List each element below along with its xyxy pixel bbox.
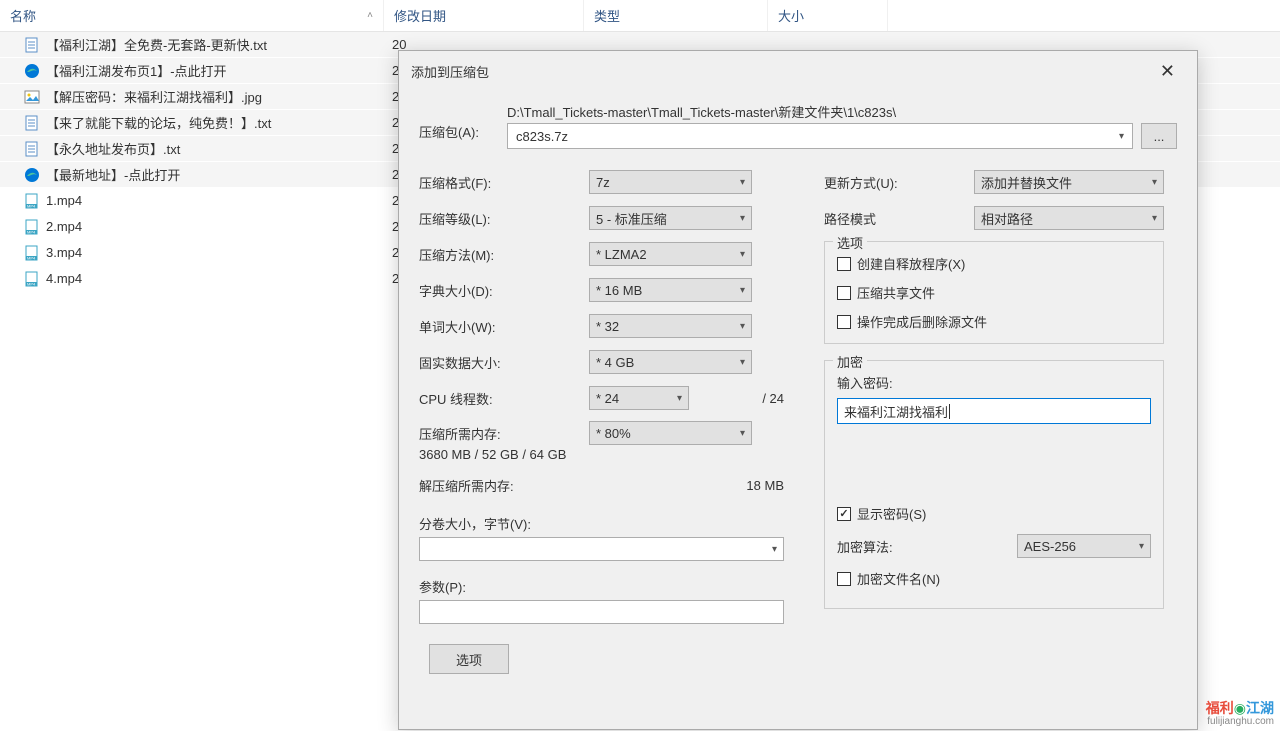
enc-names-checkbox[interactable] <box>837 572 851 586</box>
mp4-icon: MP4 <box>24 245 40 261</box>
cpu-total: / 24 <box>762 391 784 406</box>
update-label: 更新方式(U): <box>824 173 974 192</box>
txt-icon <box>24 115 40 131</box>
options-group: 选项 创建自释放程序(X) 压缩共享文件 操作完成后删除源文件 <box>824 241 1164 344</box>
mp4-icon: MP4 <box>24 219 40 235</box>
file-name: 2.mp4 <box>46 219 82 234</box>
params-label: 参数(P): <box>419 577 784 596</box>
params-input[interactable] <box>419 600 784 624</box>
svg-text:MP4: MP4 <box>27 229 36 234</box>
method-label: 压缩方法(M): <box>419 245 589 264</box>
add-to-archive-dialog: 添加到压缩包 ✕ 压缩包(A): D:\Tmall_Tickets-master… <box>398 50 1198 730</box>
file-name: 【福利江湖】全免费-无套路-更新快.txt <box>46 35 267 54</box>
update-combo[interactable]: 添加并替换文件▾ <box>974 170 1164 194</box>
options-button[interactable]: 选项 <box>429 644 509 674</box>
chevron-down-icon: ▾ <box>1119 131 1124 142</box>
decomp-label: 解压缩所需内存: <box>419 476 589 495</box>
enc-method-combo[interactable]: AES-256▾ <box>1017 534 1151 558</box>
mem-detail: 3680 MB / 52 GB / 64 GB <box>419 447 784 462</box>
delete-checkbox[interactable] <box>837 315 851 329</box>
password-input[interactable]: 来福利江湖找福利 <box>837 398 1151 424</box>
header-date[interactable]: 修改日期 <box>384 0 584 31</box>
dialog-title-text: 添加到压缩包 <box>411 62 489 81</box>
mem-combo[interactable]: * 80%▾ <box>589 421 752 445</box>
file-name: 1.mp4 <box>46 193 82 208</box>
mp4-icon: MP4 <box>24 271 40 287</box>
watermark: 福利◉江湖 fulijianghu.com <box>1206 701 1274 727</box>
svg-text:MP4: MP4 <box>27 203 36 208</box>
shared-checkbox[interactable] <box>837 286 851 300</box>
dict-label: 字典大小(D): <box>419 281 589 300</box>
file-name: 【永久地址发布页】.txt <box>46 139 180 158</box>
file-name: 4.mp4 <box>46 271 82 286</box>
header-name[interactable]: 名称˄ <box>0 0 384 31</box>
sort-icon: ˄ <box>367 10 373 21</box>
dict-combo[interactable]: * 16 MB▾ <box>589 278 752 302</box>
dialog-titlebar: 添加到压缩包 ✕ <box>399 51 1197 92</box>
svg-text:MP4: MP4 <box>27 281 36 286</box>
file-name: 【解压密码：来福利江湖找福利】.jpg <box>46 87 262 106</box>
cpu-combo[interactable]: * 24▾ <box>589 386 689 410</box>
pathmode-combo[interactable]: 相对路径▾ <box>974 206 1164 230</box>
encrypt-group: 加密 输入密码: 来福利江湖找福利 显示密码(S) 加密算法:AES-256▾ … <box>824 360 1164 609</box>
enc-method-label: 加密算法: <box>837 537 1017 556</box>
show-password-checkbox[interactable] <box>837 507 851 521</box>
decomp-value: 18 MB <box>746 478 784 493</box>
pw-label: 输入密码: <box>837 373 1151 392</box>
split-label: 分卷大小，字节(V): <box>419 514 784 533</box>
archive-path: D:\Tmall_Tickets-master\Tmall_Tickets-ma… <box>507 102 1177 121</box>
method-combo[interactable]: * LZMA2▾ <box>589 242 752 266</box>
file-name: 【最新地址】-点此打开 <box>46 165 180 184</box>
edge-icon <box>24 167 40 183</box>
header-type[interactable]: 类型 <box>584 0 768 31</box>
header-size[interactable]: 大小 <box>768 0 888 31</box>
level-combo[interactable]: 5 - 标准压缩▾ <box>589 206 752 230</box>
level-label: 压缩等级(L): <box>419 209 589 228</box>
column-headers: 名称˄ 修改日期 类型 大小 <box>0 0 1280 32</box>
archive-name-combo[interactable]: c823s.7z ▾ <box>507 123 1133 149</box>
img-icon <box>24 89 40 105</box>
format-combo[interactable]: 7z▾ <box>589 170 752 194</box>
solid-combo[interactable]: * 4 GB▾ <box>589 350 752 374</box>
cpu-label: CPU 线程数: <box>419 389 589 408</box>
close-icon[interactable]: ✕ <box>1150 59 1185 84</box>
txt-icon <box>24 141 40 157</box>
word-combo[interactable]: * 32▾ <box>589 314 752 338</box>
txt-icon <box>24 37 40 53</box>
archive-label: 压缩包(A): <box>419 102 497 141</box>
mem-label: 压缩所需内存: <box>419 424 589 443</box>
svg-text:MP4: MP4 <box>27 255 36 260</box>
file-name: 【福利江湖发布页1】-点此打开 <box>46 61 227 80</box>
file-name: 3.mp4 <box>46 245 82 260</box>
sfx-checkbox[interactable] <box>837 257 851 271</box>
solid-label: 固实数据大小: <box>419 353 589 372</box>
mp4-icon: MP4 <box>24 193 40 209</box>
format-label: 压缩格式(F): <box>419 173 589 192</box>
pathmode-label: 路径模式 <box>824 209 974 228</box>
file-name: 【来了就能下载的论坛，纯免费！】.txt <box>46 113 271 132</box>
edge-icon <box>24 63 40 79</box>
split-combo[interactable]: ▾ <box>419 537 784 561</box>
browse-button[interactable]: ... <box>1141 123 1177 149</box>
word-label: 单词大小(W): <box>419 317 589 336</box>
